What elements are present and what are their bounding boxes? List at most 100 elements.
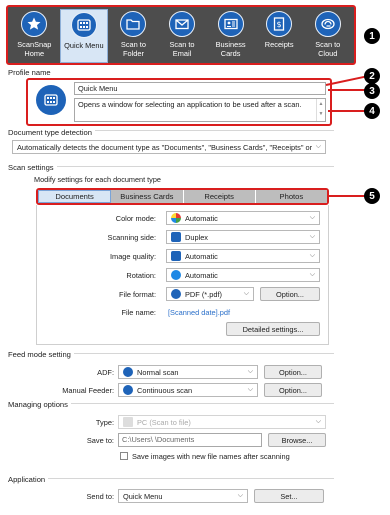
- send-to-select[interactable]: Quick Menu ⌵: [118, 489, 248, 503]
- cloud-icon: [314, 11, 341, 37]
- type-select[interactable]: PC (Scan to file) ⌵: [118, 415, 326, 429]
- callout-badge-5: 5: [364, 188, 380, 204]
- chevron-down-icon: ⌵: [309, 271, 315, 278]
- scan-settings-label: Scan settings: [8, 163, 57, 172]
- manual-feeder-select[interactable]: Continuous scan ⌵: [118, 383, 258, 397]
- toolbar-button-scansnap-home[interactable]: ScanSnap Home: [11, 9, 58, 63]
- adf-value: Normal scan: [137, 367, 179, 377]
- profile-name-input[interactable]: Quick Menu: [74, 82, 326, 95]
- modify-settings-label: Modify settings for each document type: [34, 175, 161, 184]
- callout-badge-2: 2: [364, 68, 380, 84]
- callout-leader-5: [329, 195, 365, 197]
- image-quality-label: Image quality:: [109, 252, 156, 261]
- quick-menu-icon: [36, 85, 66, 115]
- divider: [8, 478, 334, 479]
- rotation-icon: [171, 270, 181, 280]
- set-button[interactable]: Set...: [254, 489, 324, 503]
- rotation-value: Automatic: [185, 270, 218, 280]
- chevron-down-icon: ⌵: [247, 368, 253, 375]
- callout-badge-4: 4: [364, 103, 380, 119]
- adf-select[interactable]: Normal scan ⌵: [118, 365, 258, 379]
- pdf-icon: [171, 289, 181, 299]
- tab-business-cards[interactable]: Business Cards: [111, 190, 184, 203]
- pc-icon: [123, 417, 133, 427]
- toolbar-button-quick-menu[interactable]: Quick Menu: [59, 9, 109, 63]
- profile-name-label: Profile name: [8, 68, 51, 77]
- image-quality-icon: [171, 251, 181, 261]
- save-new-names-checkbox[interactable]: [120, 452, 128, 460]
- toolbar-label: Scan to Cloud: [315, 40, 341, 58]
- toolbar-label: Business Cards: [215, 40, 246, 58]
- document-type-value: Automatically detects the document type …: [17, 142, 313, 152]
- toolbar-button-business-cards[interactable]: Business Cards: [207, 9, 254, 63]
- detailed-settings-button[interactable]: Detailed settings...: [226, 322, 320, 336]
- grid-icon: [70, 12, 97, 38]
- send-to-label: Send to:: [86, 492, 114, 501]
- file-format-label: File format:: [119, 290, 156, 299]
- toolbar-label: Receipts: [264, 40, 294, 49]
- scanning-side-value: Duplex: [185, 232, 209, 242]
- tab-photos[interactable]: Photos: [255, 190, 327, 203]
- toolbar-label: Quick Menu: [64, 41, 104, 50]
- save-new-names-label: Save images with new file names after sc…: [132, 452, 290, 461]
- document-type-label: Document type detection: [8, 128, 96, 137]
- chevron-down-icon: ⌵: [315, 418, 321, 425]
- feed-mode-label: Feed mode setting: [8, 350, 74, 359]
- managing-options-label: Managing options: [8, 400, 71, 409]
- file-format-select[interactable]: PDF (*.pdf) ⌵: [166, 287, 254, 301]
- chevron-down-icon: ⌵: [309, 252, 315, 259]
- toolbar-button-scan-to-cloud[interactable]: Scan to Cloud: [304, 9, 351, 63]
- duplex-icon: [171, 232, 181, 242]
- file-format-value: PDF (*.pdf): [185, 289, 222, 299]
- chevron-down-icon: ⌵: [247, 386, 253, 393]
- document-type-select[interactable]: Automatically detects the document type …: [12, 140, 326, 154]
- tab-receipts[interactable]: Receipts: [183, 190, 256, 203]
- callout-badge-3: 3: [364, 83, 380, 99]
- document-type-tabs: Documents Business Cards Receipts Photos: [36, 188, 329, 205]
- toolbar-button-scan-to-email[interactable]: Scan to Email: [159, 9, 206, 63]
- svg-text:$: $: [277, 20, 282, 29]
- card-icon: [217, 11, 244, 37]
- file-name-label: File name:: [121, 308, 156, 317]
- save-to-input[interactable]: C:\Users\ \Documents: [118, 433, 262, 447]
- application-label: Application: [8, 475, 49, 484]
- chevron-down-icon: ⌵: [315, 143, 321, 150]
- folder-icon: [120, 11, 147, 37]
- tab-documents[interactable]: Documents: [38, 190, 112, 203]
- image-quality-select[interactable]: Automatic ⌵: [166, 249, 320, 263]
- type-value: PC (Scan to file): [137, 417, 191, 427]
- toolbar-label: Scan to Folder: [120, 40, 146, 58]
- continuous-scan-icon: [123, 385, 133, 395]
- toolbar-label: Scan to Email: [169, 40, 195, 58]
- manual-feeder-option-button[interactable]: Option...: [264, 383, 322, 397]
- manual-feeder-value: Continuous scan: [137, 385, 193, 395]
- callout-leader-4: [328, 110, 366, 112]
- callout-badge-1: 1: [364, 28, 380, 44]
- type-label: Type:: [95, 418, 114, 427]
- toolbar-button-scan-to-folder[interactable]: Scan to Folder: [110, 9, 157, 63]
- receipt-icon: $: [266, 11, 293, 37]
- chevron-down-icon: ⌵: [309, 233, 315, 240]
- rotation-label: Rotation:: [126, 271, 156, 280]
- envelope-icon: [169, 11, 196, 37]
- description-scrollbar[interactable]: ▲ ▼: [316, 99, 325, 121]
- profile-description-field[interactable]: Opens a window for selecting an applicat…: [74, 98, 326, 122]
- send-to-value: Quick Menu: [123, 491, 163, 501]
- divider: [8, 166, 334, 167]
- color-mode-select[interactable]: Automatic ⌵: [166, 211, 320, 225]
- chevron-down-icon: ⌵: [243, 290, 249, 297]
- chevron-down-icon: ⌵: [237, 492, 243, 499]
- scan-profile-toolbar: ScanSnap Home Quick Menu Scan to Folder …: [6, 5, 356, 65]
- file-format-option-button[interactable]: Option...: [260, 287, 320, 301]
- color-icon: [171, 213, 181, 223]
- save-to-label: Save to:: [86, 436, 114, 445]
- rotation-select[interactable]: Automatic ⌵: [166, 268, 320, 282]
- scanning-side-select[interactable]: Duplex ⌵: [166, 230, 320, 244]
- adf-option-button[interactable]: Option...: [264, 365, 322, 379]
- browse-button[interactable]: Browse...: [268, 433, 326, 447]
- toolbar-button-receipts[interactable]: $ Receipts: [256, 9, 303, 63]
- callout-leader-3: [328, 89, 366, 91]
- chevron-down-icon: ⌵: [309, 214, 315, 221]
- scanning-side-label: Scanning side:: [107, 233, 156, 242]
- star-icon: [21, 11, 48, 37]
